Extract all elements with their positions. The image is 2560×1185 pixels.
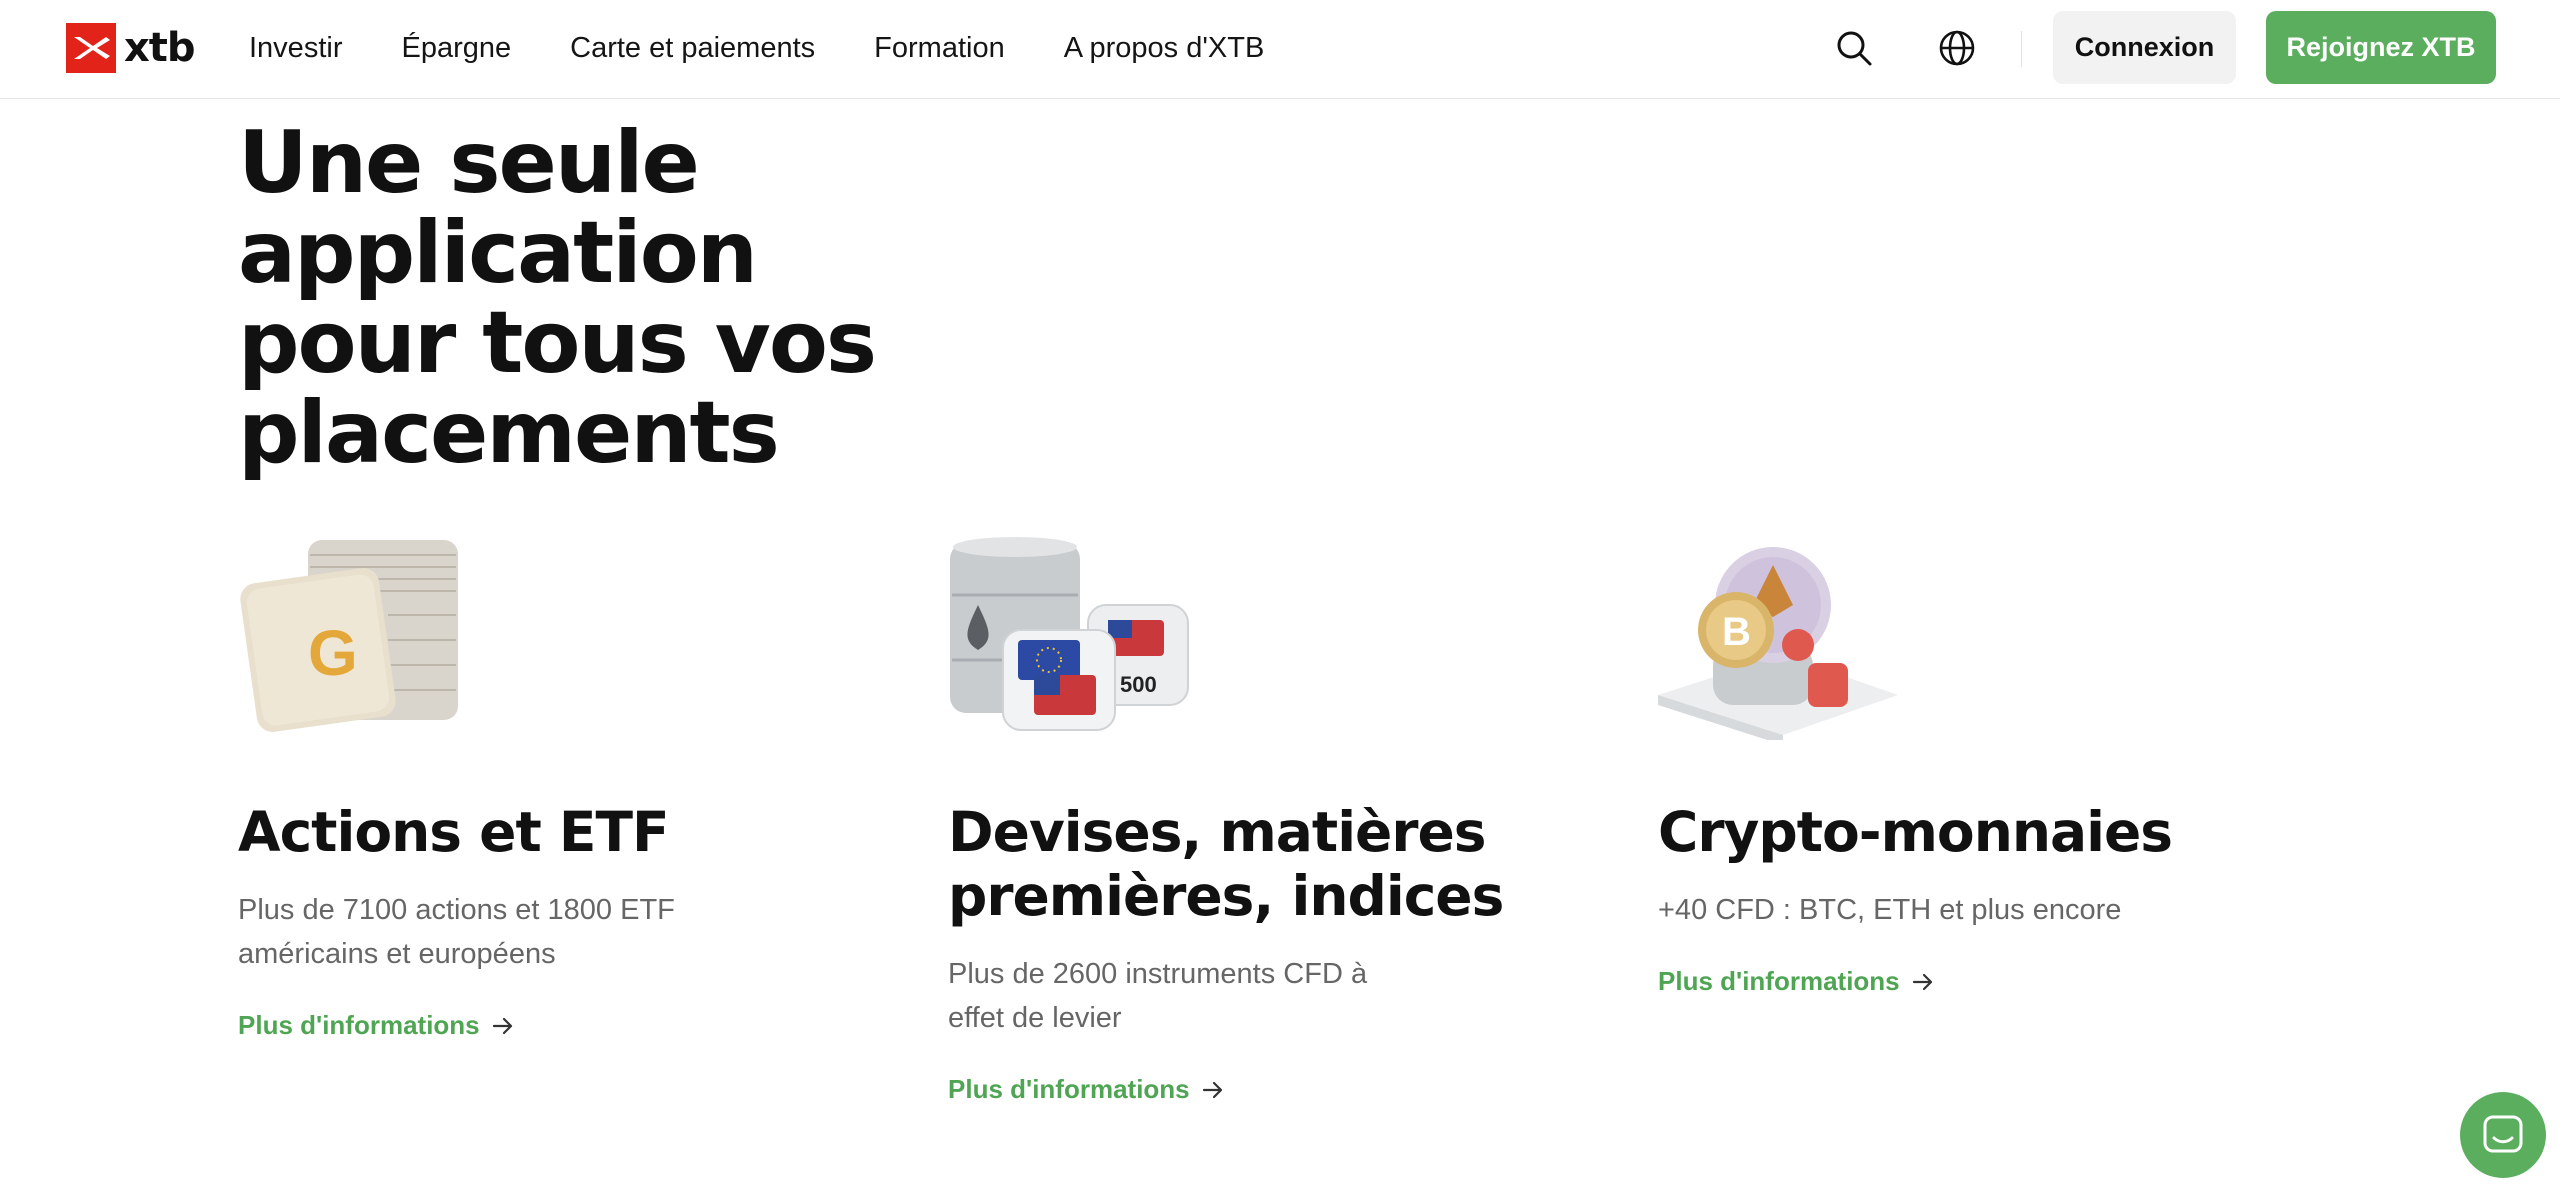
xtb-logo[interactable]: xtb — [66, 23, 196, 73]
hero-title-line: Une seule application — [238, 113, 758, 303]
globe-icon — [1939, 30, 1975, 66]
commodities-illustration: 500 — [948, 535, 1198, 740]
search-button[interactable] — [1832, 26, 1876, 70]
card-desc-line: +40 CFD : BTC, ETH et plus encore — [1658, 894, 2122, 926]
card-title-line: Crypto-monnaies — [1658, 800, 2173, 864]
sp500-label: 500 — [1120, 672, 1157, 697]
nav-carte-paiements[interactable]: Carte et paiements — [570, 27, 815, 69]
card-title: Actions et ETF — [238, 800, 858, 864]
xtb-logo-mark — [66, 23, 116, 73]
brand-name: xtb — [124, 25, 196, 71]
chat-button[interactable] — [2460, 1092, 2546, 1178]
card-description: Plus de 2600 instruments CFD à effet de … — [948, 952, 1448, 1040]
main-nav: Investir Épargne Carte et paiements Form… — [249, 27, 1323, 69]
more-info-label: Plus d'informations — [238, 1010, 480, 1040]
more-info-label: Plus d'informations — [1658, 966, 1900, 996]
search-icon — [1837, 31, 1872, 66]
card-description: Plus de 7100 actions et 1800 ETF américa… — [238, 888, 738, 976]
google-g-label: G — [308, 617, 358, 689]
header-divider — [2021, 31, 2022, 67]
site-header: xtb Investir Épargne Carte et paiements … — [0, 0, 2560, 99]
card-title: Crypto-monnaies — [1658, 800, 2278, 864]
card-desc-line: Plus de 7100 actions et 1800 ETF — [238, 894, 675, 926]
more-info-label: Plus d'informations — [948, 1074, 1190, 1104]
card-title-line: premières, indices — [948, 864, 1504, 928]
more-info-link[interactable]: Plus d'informations — [238, 1010, 514, 1041]
language-button[interactable] — [1935, 26, 1979, 70]
more-info-link[interactable]: Plus d'informations — [1658, 966, 1934, 997]
arrow-right-icon — [1202, 1081, 1222, 1098]
nav-epargne[interactable]: Épargne — [401, 27, 511, 69]
join-button[interactable]: Rejoignez XTB — [2266, 11, 2496, 84]
card-title: Devises, matières premières, indices — [948, 800, 1568, 928]
card-desc-line: Plus de 2600 instruments CFD à — [948, 958, 1368, 990]
card-desc-line: effet de levier — [948, 1002, 1122, 1034]
hero-title-line: placements — [238, 383, 780, 483]
arrow-right-icon — [1912, 973, 1932, 990]
login-button[interactable]: Connexion — [2053, 11, 2236, 84]
nav-a-propos[interactable]: A propos d'XTB — [1064, 27, 1265, 69]
card-description: +40 CFD : BTC, ETH et plus encore — [1658, 888, 2158, 932]
stocks-illustration: G — [238, 535, 488, 740]
arrow-right-icon — [492, 1017, 512, 1034]
card-forex-commodities: 500 Devises, matières premières, indices… — [948, 535, 1568, 1105]
nav-investir[interactable]: Investir — [249, 27, 342, 69]
bitcoin-label: B — [1722, 610, 1751, 654]
more-info-link[interactable]: Plus d'informations — [948, 1074, 1224, 1105]
chat-icon — [2483, 1115, 2523, 1153]
card-title-line: Actions et ETF — [238, 800, 670, 864]
card-crypto: B Crypto-monnaies +40 CFD : BTC, ETH et … — [1658, 535, 2278, 997]
card-stocks-etf: G Actions et ETF Plus de 7100 actions et… — [238, 535, 858, 1041]
nav-formation[interactable]: Formation — [874, 27, 1005, 69]
crypto-illustration: B — [1658, 535, 1908, 745]
card-desc-line: américains et européens — [238, 938, 556, 970]
hero-title: Une seule application pour tous vos plac… — [238, 118, 1238, 478]
hero-title-line: pour tous vos — [238, 293, 877, 393]
card-title-line: Devises, matières — [948, 800, 1487, 864]
